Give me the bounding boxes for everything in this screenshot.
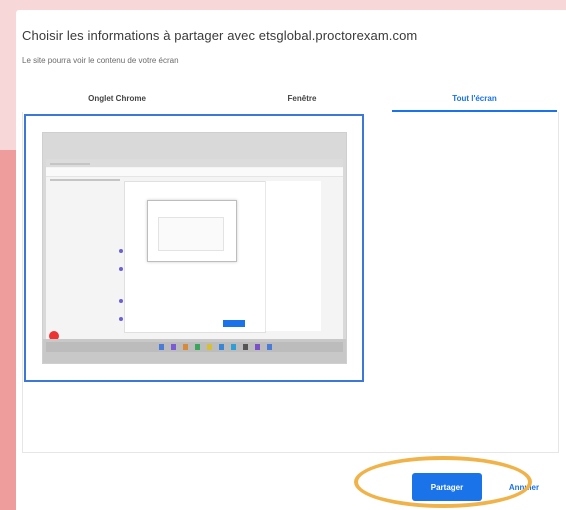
taskbar-app-icon [255,344,260,350]
taskbar-app-icon [183,344,188,350]
tab-chrome-tab[interactable]: Onglet Chrome [22,90,212,112]
preview-modal [147,200,237,262]
source-list-panel [22,112,559,453]
preview-dot [119,299,123,303]
screen-thumbnail-option[interactable] [24,114,364,382]
share-dialog: Choisir les informations à partager avec… [16,10,566,510]
tab-window[interactable]: Fenêtre [212,90,392,112]
preview-line [50,179,120,181]
preview-page-content [124,181,266,333]
taskbar-app-icon [243,344,248,350]
preview-tab-bar [46,159,343,167]
dialog-title: Choisir les informations à partager avec… [22,28,418,43]
preview-taskbar [43,339,346,363]
source-tabs: Onglet Chrome Fenêtre Tout l'écran [22,90,557,113]
preview-browser-window [46,159,343,341]
preview-toolbar [46,168,343,177]
preview-dot [119,249,123,253]
taskbar-app-icon [195,344,200,350]
preview-modal-inner [158,217,224,251]
taskbar-app-icon [159,344,164,350]
preview-dot [119,317,123,321]
screen-preview-image [42,132,347,364]
taskbar-app-icon [207,344,212,350]
taskbar-app-icon [171,344,176,350]
tab-entire-screen[interactable]: Tout l'écran [392,90,557,113]
share-button-highlight-circle [354,456,532,508]
taskbar-app-icon [231,344,236,350]
dialog-subtitle: Le site pourra voir le contenu de votre … [22,56,179,65]
taskbar-app-icon [219,344,224,350]
preview-line [50,163,90,165]
background-strip [0,150,16,510]
preview-side-panel [265,181,321,331]
taskbar-app-icon [267,344,272,350]
preview-dot [119,267,123,271]
preview-blue-button [223,320,245,327]
